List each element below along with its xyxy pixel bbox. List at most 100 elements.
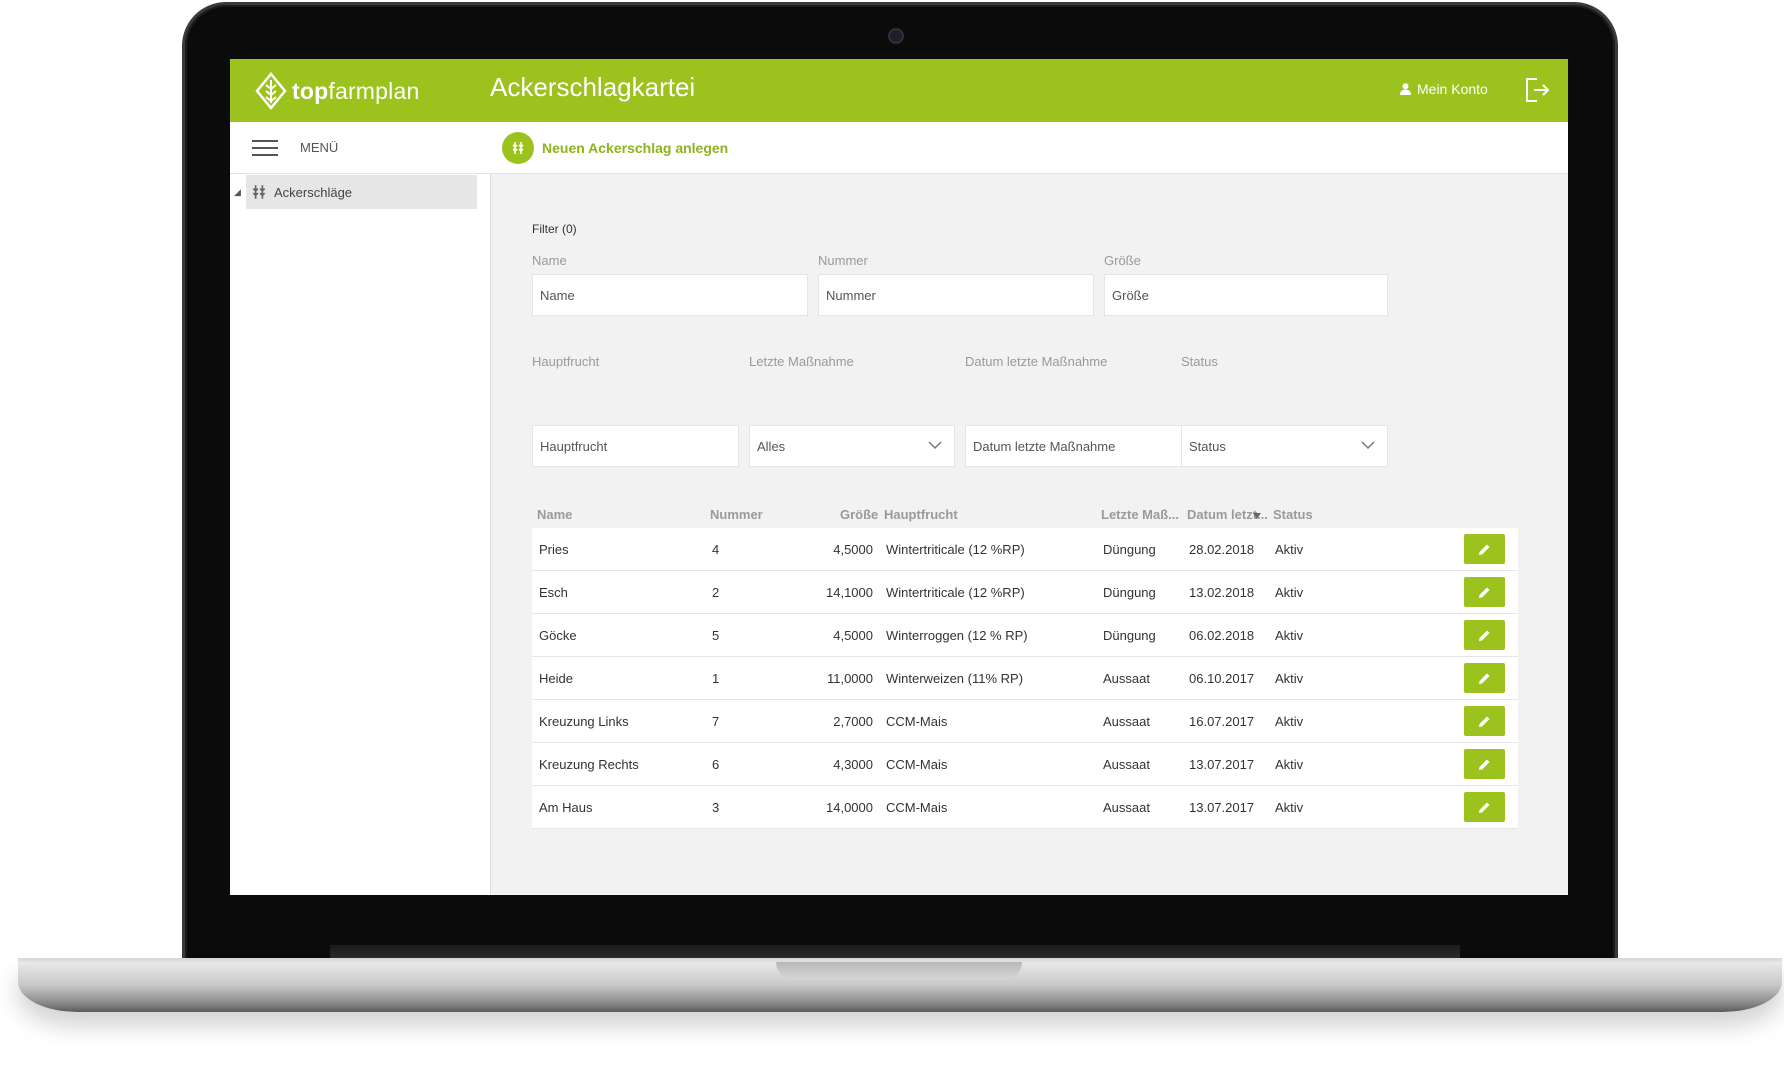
tree-expand-icon[interactable]: ◢ xyxy=(234,187,241,198)
filter-title[interactable]: Filter (0) xyxy=(532,222,577,236)
cell-massnahme: Düngung xyxy=(1103,628,1156,643)
cell-name: Esch xyxy=(539,585,568,600)
cell-datum: 16.07.2017 xyxy=(1189,714,1255,729)
account-label: Mein Konto xyxy=(1417,81,1488,97)
cell-status: Aktiv xyxy=(1275,628,1304,643)
wheat-icon xyxy=(502,132,534,164)
cell-name: Kreuzung Links xyxy=(539,714,629,729)
cell-groesse: 4,3000 xyxy=(833,757,873,772)
cell-hauptfrucht: Winterroggen (12 % RP) xyxy=(886,628,1028,643)
cell-datum: 06.10.2017 xyxy=(1189,671,1255,686)
sidebar: ◢ Ackerschläge xyxy=(230,174,491,895)
cell-nummer: 1 xyxy=(712,671,720,686)
new-field-button[interactable]: Neuen Ackerschlag anlegen xyxy=(502,132,728,164)
cell-datum: 13.07.2017 xyxy=(1189,757,1255,772)
edit-button[interactable] xyxy=(1464,534,1505,564)
chevron-down-icon xyxy=(1361,441,1375,450)
edit-button[interactable] xyxy=(1464,706,1505,736)
column-header-name[interactable]: Name xyxy=(537,507,572,522)
pencil-icon xyxy=(1479,759,1490,770)
sidebar-item-label: Ackerschläge xyxy=(274,184,353,200)
cell-name: Kreuzung Rechts xyxy=(539,757,639,772)
pencil-icon xyxy=(1479,587,1490,598)
table-row[interactable]: Göcke 5 4,5000 Winterroggen (12 % RP) Dü… xyxy=(532,614,1518,657)
pencil-icon xyxy=(1479,630,1490,641)
wheat-icon xyxy=(252,185,266,199)
datum-filter-label: Datum letzte Maßnahme xyxy=(965,354,1108,369)
cell-status: Aktiv xyxy=(1275,671,1304,686)
groesse-filter-input[interactable] xyxy=(1104,274,1388,316)
table-row[interactable]: Esch 2 14,1000 Wintertriticale (12 %RP) … xyxy=(532,571,1518,614)
column-header-groesse[interactable]: Größe xyxy=(840,507,878,522)
cell-nummer: 6 xyxy=(712,757,720,772)
cell-nummer: 4 xyxy=(712,542,720,557)
pencil-icon xyxy=(1479,673,1490,684)
massnahme-select-value: Alles xyxy=(757,438,786,454)
fields-table: Pries 4 4,5000 Wintertriticale (12 %RP) … xyxy=(532,528,1518,829)
pencil-icon xyxy=(1479,802,1490,813)
cell-name: Am Haus xyxy=(539,800,593,815)
edit-button[interactable] xyxy=(1464,749,1505,779)
name-filter-label: Name xyxy=(532,253,567,268)
table-row[interactable]: Am Haus 3 14,0000 CCM-Mais Aussaat 13.07… xyxy=(532,786,1518,829)
column-header-hauptfrucht[interactable]: Hauptfrucht xyxy=(884,507,958,522)
hauptfrucht-filter-input[interactable] xyxy=(532,425,739,467)
cell-status: Aktiv xyxy=(1275,800,1304,815)
cell-nummer: 3 xyxy=(712,800,720,815)
laptop-notch xyxy=(776,962,1022,980)
page-title: Ackerschlagkartei xyxy=(490,72,696,102)
user-icon xyxy=(1400,83,1411,95)
action-bar: MENÜ Neuen Ackerschlag anlegen xyxy=(230,122,1568,174)
pencil-icon xyxy=(1479,716,1490,727)
new-field-label: Neuen Ackerschlag anlegen xyxy=(542,140,729,156)
cell-nummer: 2 xyxy=(712,585,720,600)
cell-massnahme: Aussaat xyxy=(1103,800,1150,815)
pencil-icon xyxy=(1479,544,1490,555)
cell-status: Aktiv xyxy=(1275,542,1304,557)
menu-label[interactable]: MENÜ xyxy=(300,140,338,155)
sort-descending-icon xyxy=(1253,513,1261,519)
app-screen: topfarmplan Ackerschlagkartei Mein Konto… xyxy=(230,59,1568,895)
edit-button[interactable] xyxy=(1464,577,1505,607)
account-link[interactable]: Mein Konto xyxy=(1400,81,1488,97)
cell-hauptfrucht: CCM-Mais xyxy=(886,757,948,772)
cell-name: Göcke xyxy=(539,628,577,643)
column-header-status[interactable]: Status xyxy=(1273,507,1313,522)
cell-datum: 06.02.2018 xyxy=(1189,628,1255,643)
cell-nummer: 5 xyxy=(712,628,720,643)
logout-icon[interactable] xyxy=(1523,76,1551,104)
hauptfrucht-filter-label: Hauptfrucht xyxy=(532,354,600,369)
hamburger-menu-icon[interactable] xyxy=(252,140,278,157)
table-row[interactable]: Pries 4 4,5000 Wintertriticale (12 %RP) … xyxy=(532,528,1518,571)
cell-name: Heide xyxy=(539,671,573,686)
column-header-nummer[interactable]: Nummer xyxy=(710,507,763,522)
cell-nummer: 7 xyxy=(712,714,720,729)
nummer-filter-input[interactable] xyxy=(818,274,1094,316)
brand-logo[interactable]: topfarmplan xyxy=(254,72,419,110)
cell-massnahme: Aussaat xyxy=(1103,757,1150,772)
cell-hauptfrucht: CCM-Mais xyxy=(886,800,948,815)
edit-button[interactable] xyxy=(1464,620,1505,650)
massnahme-select[interactable]: Alles xyxy=(749,425,955,467)
edit-button[interactable] xyxy=(1464,663,1505,693)
cell-hauptfrucht: CCM-Mais xyxy=(886,714,948,729)
table-row[interactable]: Kreuzung Rechts 6 4,3000 CCM-Mais Aussaa… xyxy=(532,743,1518,786)
cell-hauptfrucht: Wintertriticale (12 %RP) xyxy=(886,542,1025,557)
cell-datum: 13.07.2017 xyxy=(1189,800,1255,815)
table-row[interactable]: Kreuzung Links 7 2,7000 CCM-Mais Aussaat… xyxy=(532,700,1518,743)
cell-datum: 13.02.2018 xyxy=(1189,585,1255,600)
status-select[interactable]: Status xyxy=(1181,425,1388,467)
edit-button[interactable] xyxy=(1464,792,1505,822)
status-select-value: Status xyxy=(1189,438,1226,454)
table-row[interactable]: Heide 1 11,0000 Winterweizen (11% RP) Au… xyxy=(532,657,1518,700)
column-header-letzte-massnahme[interactable]: Letzte Maß... xyxy=(1101,507,1179,522)
cell-groesse: 2,7000 xyxy=(833,714,873,729)
nummer-filter-label: Nummer xyxy=(818,253,868,268)
cell-massnahme: Aussaat xyxy=(1103,671,1150,686)
name-filter-input[interactable] xyxy=(532,274,808,316)
cell-groesse: 11,0000 xyxy=(826,671,873,686)
cell-groesse: 4,5000 xyxy=(833,628,873,643)
sidebar-item-ackerschlaege[interactable]: ◢ Ackerschläge xyxy=(234,175,477,209)
logo-text: topfarmplan xyxy=(292,77,420,104)
status-filter-label: Status xyxy=(1181,354,1218,369)
